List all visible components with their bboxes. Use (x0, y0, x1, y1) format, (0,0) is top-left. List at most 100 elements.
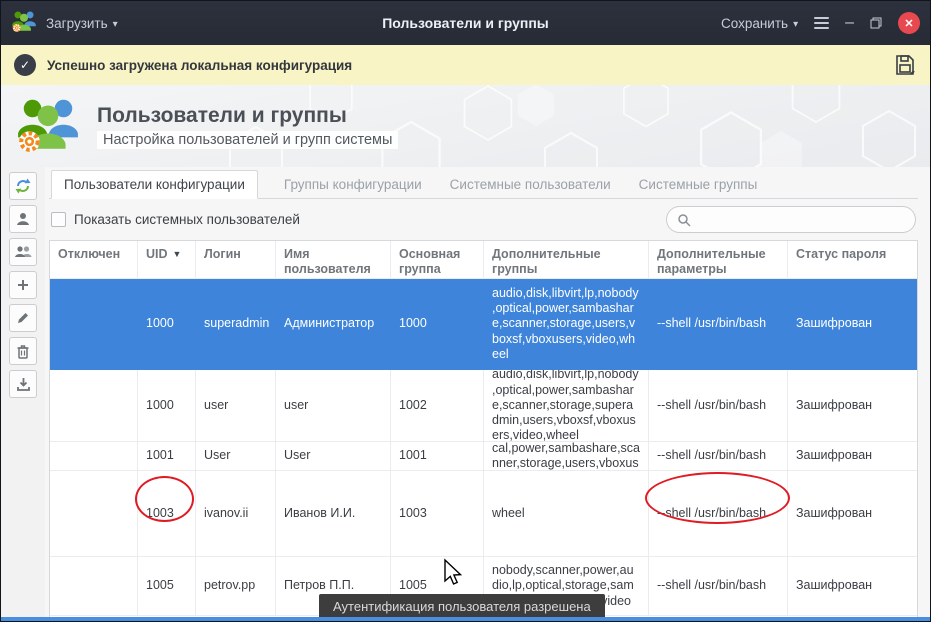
column-header[interactable]: Основная группа (391, 241, 484, 279)
tab[interactable]: Системные группы (637, 171, 760, 198)
plus-icon (16, 278, 30, 292)
column-header[interactable]: Логин (196, 241, 276, 279)
cell-disabled (50, 442, 138, 471)
caret-down-icon: ▾ (113, 19, 118, 30)
window-bottom-accent (1, 617, 930, 621)
cell-password-status: Зашифрован (788, 370, 917, 442)
column-header[interactable]: Дополнительные параметры (649, 241, 788, 279)
column-header-label: Дополнительные группы (492, 247, 635, 278)
show-system-users-checkbox[interactable] (51, 212, 66, 227)
cell-primary-group: 1000 (391, 279, 484, 370)
cell-extra-params: --shell /usr/bin/bash (649, 370, 788, 442)
load-button[interactable]: Загрузить ▾ (46, 16, 118, 31)
cell-extra-groups: wheel (484, 471, 649, 557)
user-icon (15, 211, 31, 227)
table-body: 1000 superadmin Администратор 1000 audio… (50, 279, 917, 616)
cell-extra-groups: audio,disk,libvirt,lp,nobody,optical,pow… (484, 279, 649, 370)
cell-uid: 1001 (138, 442, 196, 471)
user-view-button[interactable] (9, 205, 37, 233)
add-button[interactable] (9, 271, 37, 299)
cell-disabled (50, 471, 138, 557)
refresh-icon (14, 177, 32, 195)
menu-button[interactable] (814, 17, 829, 29)
users-table: Отключен UID ▼ Логин (49, 240, 918, 622)
cell-name: Администратор (276, 279, 391, 370)
table-row[interactable]: 1000 superadmin Администратор 1000 audio… (50, 279, 917, 370)
cell-name: Иванов И.И. (276, 471, 391, 557)
cell-extra-groups: audio,disk,libvirt,lp,nobody,optical,pow… (484, 370, 649, 442)
cell-name: User (276, 442, 391, 471)
column-header-label: Основная группа (399, 247, 470, 278)
success-check-icon: ✓ (14, 54, 36, 76)
trash-icon (16, 344, 30, 359)
search-input[interactable] (698, 212, 905, 227)
people-group-icon (15, 94, 81, 159)
delete-button[interactable] (9, 337, 37, 365)
close-button[interactable]: ✕ (898, 12, 920, 34)
save-config-button[interactable] (893, 53, 917, 77)
tab[interactable]: Пользователи конфигурации (51, 170, 258, 199)
column-header[interactable]: Имя пользователя (276, 241, 391, 279)
cell-extra-params: --shell /usr/bin/bash (649, 442, 788, 471)
notification-message: Успешно загружена локальная конфигурация (47, 58, 352, 73)
cell-primary-group: 1002 (391, 370, 484, 442)
refresh-button[interactable] (9, 172, 37, 200)
cell-primary-group: 1001 (391, 442, 484, 471)
column-header-label: Статус пароля (796, 247, 886, 262)
table-header: Отключен UID ▼ Логин (50, 241, 917, 279)
side-toolbar (1, 167, 45, 622)
titlebar: Загрузить ▾ Пользователи и группы Сохран… (1, 1, 930, 45)
app-window: Загрузить ▾ Пользователи и группы Сохран… (0, 0, 931, 622)
notification-bar: ✓ Успешно загружена локальная конфигурац… (1, 45, 930, 85)
cell-extra-groups: audio,libvirt,lp,nobody,optical,power,sa… (484, 442, 649, 471)
table-row[interactable]: 1001 User User 1001 audio,libvirt,lp,nob… (50, 442, 917, 471)
cell-password-status: Зашифрован (788, 442, 917, 471)
cell-login: user (196, 370, 276, 442)
column-header[interactable]: UID ▼ (138, 241, 196, 279)
column-header-label: Отключен (58, 247, 120, 262)
cell-login: ivanov.ii (196, 471, 276, 557)
cell-uid: 1005 (138, 557, 196, 616)
maximize-button[interactable] (870, 17, 882, 29)
cell-uid: 1000 (138, 370, 196, 442)
app-logo-icon (11, 9, 37, 38)
table-header-row: Отключен UID ▼ Логин (50, 241, 917, 279)
search-box (666, 206, 916, 233)
cell-primary-group: 1003 (391, 471, 484, 557)
column-header[interactable]: Отключен (50, 241, 138, 279)
cell-disabled (50, 370, 138, 442)
floppy-save-icon (893, 53, 917, 77)
column-header[interactable]: Дополнительные группы (484, 241, 649, 279)
save-button[interactable]: Сохранить ▾ (721, 16, 798, 31)
cell-extra-params: --shell /usr/bin/bash (649, 557, 788, 616)
cell-password-status: Зашифрован (788, 471, 917, 557)
hamburger-icon (814, 17, 829, 29)
table-row[interactable]: 1000 user user 1002 audio,disk,libvirt,l… (50, 370, 917, 442)
search-icon (677, 213, 691, 227)
column-header[interactable]: Статус пароля (788, 241, 917, 279)
group-view-button[interactable] (9, 238, 37, 266)
tooltip: Аутентификация пользователя разрешена (319, 594, 605, 619)
page-header-banner: Пользователи и группы Настройка пользова… (1, 85, 930, 167)
load-button-label: Загрузить (46, 16, 108, 31)
cell-extra-params: --shell /usr/bin/bash (649, 279, 788, 370)
import-button[interactable] (9, 370, 37, 398)
cell-extra-params: --shell /usr/bin/bash (649, 471, 788, 557)
minimize-button[interactable]: – (845, 15, 854, 31)
cell-password-status: Зашифрован (788, 279, 917, 370)
cell-name: user (276, 370, 391, 442)
tab[interactable]: Группы конфигурации (282, 171, 424, 198)
restore-icon (870, 17, 882, 29)
filter-row: Показать системных пользователей (51, 206, 916, 233)
cell-disabled (50, 557, 138, 616)
pencil-icon (16, 311, 30, 325)
sort-indicator-icon: ▼ (173, 249, 182, 260)
page-subtitle: Настройка пользователей и групп системы (97, 131, 398, 149)
show-system-users-label: Показать системных пользователей (74, 212, 300, 227)
tab[interactable]: Системные пользователи (448, 171, 613, 198)
column-header-label: Имя пользователя (284, 247, 377, 278)
edit-button[interactable] (9, 304, 37, 332)
group-icon (14, 244, 32, 260)
table-row[interactable]: 1003 ivanov.ii Иванов И.И. 1003 wheel --… (50, 471, 917, 557)
page-title: Пользователи и группы (97, 103, 398, 128)
